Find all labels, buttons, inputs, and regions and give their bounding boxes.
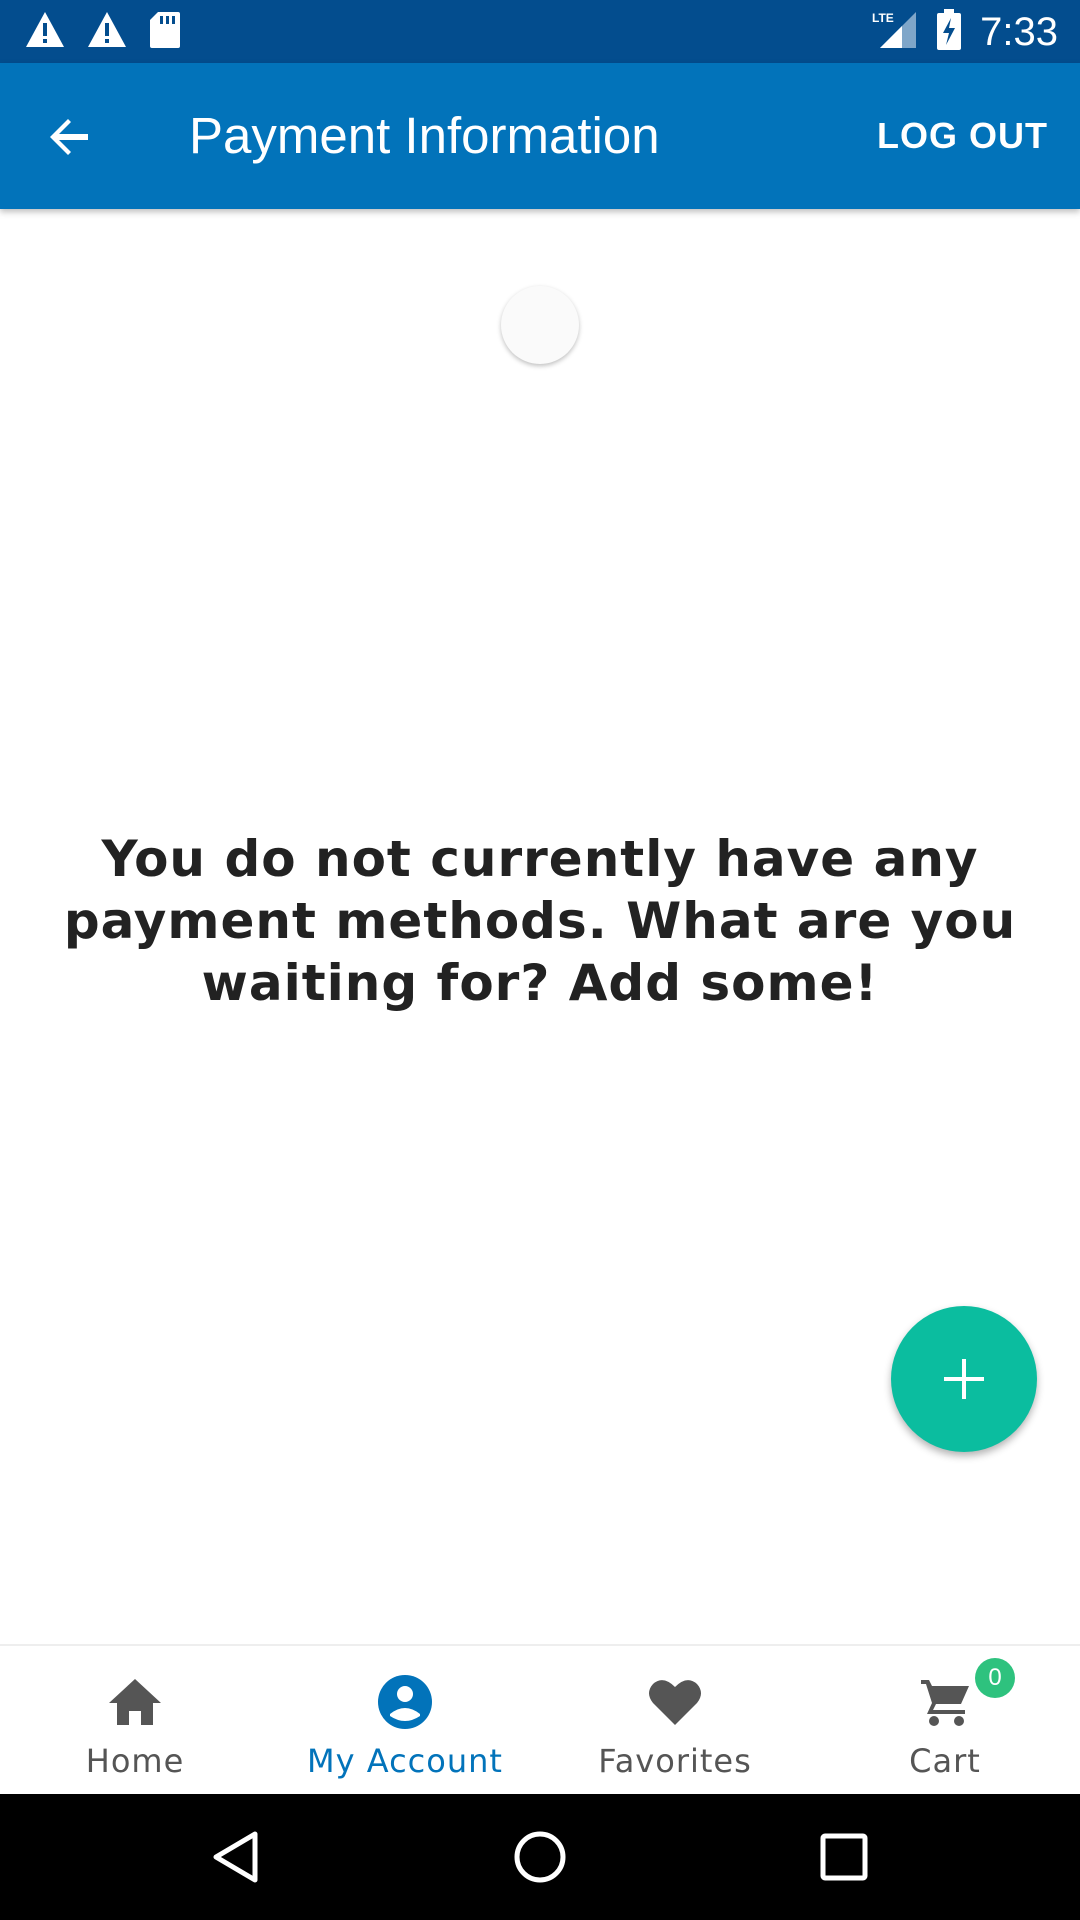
account-icon xyxy=(375,1674,435,1730)
lte-signal-icon: LTE xyxy=(872,10,918,55)
cart-badge: 0 xyxy=(975,1658,1015,1698)
nav-label-cart: Cart xyxy=(909,1742,981,1780)
nav-label-favorites: Favorites xyxy=(598,1742,752,1780)
refresh-indicator xyxy=(501,286,579,364)
app-bar: Payment Information LOG OUT xyxy=(0,63,1080,209)
network-label: LTE xyxy=(872,11,894,25)
nav-item-my-account[interactable]: My Account xyxy=(270,1646,540,1796)
home-icon xyxy=(105,1674,165,1730)
status-bar: LTE 7:33 xyxy=(0,0,1080,63)
heart-icon xyxy=(645,1674,705,1730)
cart-icon: 0 xyxy=(915,1658,1015,1730)
logout-button[interactable]: LOG OUT xyxy=(877,63,1048,209)
battery-charging-icon xyxy=(936,8,962,56)
arrow-back-icon xyxy=(50,119,88,155)
system-nav-bar xyxy=(0,1794,1080,1920)
system-recents-button[interactable] xyxy=(814,1827,874,1887)
plus-icon xyxy=(944,1359,984,1399)
triangle-back-icon xyxy=(213,1831,258,1883)
page-title: Payment Information xyxy=(189,107,660,164)
nav-label-home: Home xyxy=(85,1742,185,1780)
system-home-button[interactable] xyxy=(510,1827,570,1887)
circle-home-icon xyxy=(514,1831,566,1883)
system-back-button[interactable] xyxy=(206,1827,266,1887)
add-payment-button[interactable] xyxy=(891,1306,1037,1452)
warning-icon xyxy=(24,10,66,55)
bottom-nav: Home My Account Favorites 0 Cart xyxy=(0,1644,1080,1796)
square-recents-icon xyxy=(820,1833,868,1881)
back-button[interactable] xyxy=(34,101,106,173)
status-time: 7:33 xyxy=(980,9,1058,54)
status-left-icons xyxy=(24,10,182,55)
warning-icon xyxy=(86,10,128,55)
nav-item-favorites[interactable]: Favorites xyxy=(540,1646,810,1796)
status-right-icons: LTE 7:33 xyxy=(872,6,1058,58)
empty-state-message: You do not currently have any payment me… xyxy=(63,830,1017,1012)
nav-item-home[interactable]: Home xyxy=(0,1646,270,1796)
screen: LTE 7:33 Payment Information LOG OUT You xyxy=(0,0,1080,1920)
nav-item-cart[interactable]: 0 Cart xyxy=(810,1646,1080,1796)
sd-card-icon xyxy=(148,10,182,55)
nav-label-my-account: My Account xyxy=(307,1742,503,1780)
